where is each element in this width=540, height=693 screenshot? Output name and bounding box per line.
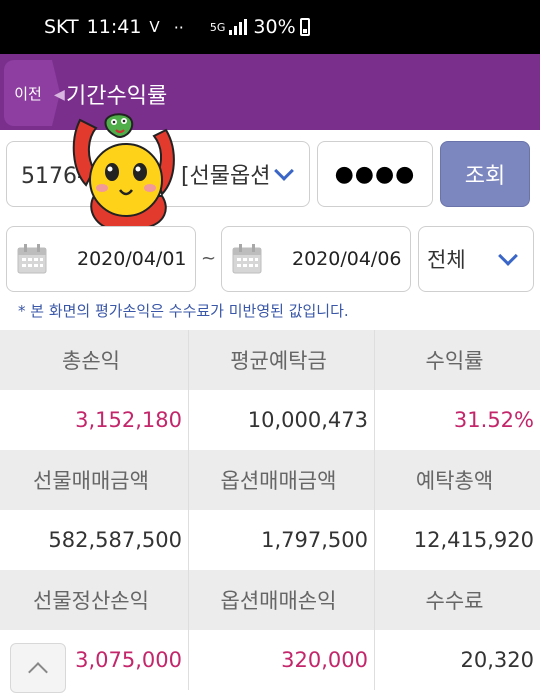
header-row: 선물매매금액 옵션매매금액 예탁총액 bbox=[0, 450, 540, 510]
password-mask: ●●●● bbox=[334, 161, 416, 187]
header-row: 선물정산손익 옵션매매손익 수수료 bbox=[0, 570, 540, 630]
status-bar: SKT 11:41 V ·· 5G 30% bbox=[0, 0, 540, 54]
label-total-pnl: 총손익 bbox=[0, 330, 189, 390]
calendar-icon bbox=[232, 244, 262, 274]
type-selected: 전체 bbox=[427, 248, 466, 272]
back-button-label: 이전 bbox=[14, 84, 42, 103]
start-date-picker[interactable]: 2020/04/01 bbox=[6, 226, 196, 292]
header-row: 총손익 평균예탁금 수익률 bbox=[0, 330, 540, 390]
value-row: 3,075,000 320,000 20,320 bbox=[0, 630, 540, 690]
network-type: 5G bbox=[209, 20, 226, 34]
chevron-up-icon bbox=[28, 662, 48, 682]
end-date: 2020/04/06 bbox=[292, 248, 402, 270]
chevron-down-icon bbox=[498, 246, 518, 266]
scroll-top-button[interactable] bbox=[10, 643, 66, 693]
type-select[interactable]: 전체 bbox=[418, 226, 534, 292]
value-return-rate: 31.52% bbox=[453, 408, 534, 432]
label-total-deposit: 예탁총액 bbox=[415, 469, 494, 493]
label-options-trade-pnl: 옵션매매손익 bbox=[189, 570, 375, 630]
label-avg-deposit: 평균예탁금 bbox=[189, 330, 375, 390]
value-options-trade-pnl: 320,000 bbox=[189, 630, 375, 690]
end-date-picker[interactable]: 2020/04/06 bbox=[221, 226, 411, 292]
value-options-trade-amount: 1,797,500 bbox=[189, 510, 375, 570]
page-title: 기간수익률 bbox=[66, 84, 168, 109]
search-button-label: 조회 bbox=[464, 164, 506, 189]
label-return-rate: 수익률 bbox=[425, 349, 484, 373]
start-date: 2020/04/01 bbox=[77, 248, 187, 270]
mascot-sticker[interactable] bbox=[66, 110, 186, 232]
value-avg-deposit: 10,000,473 bbox=[189, 390, 375, 450]
value-commission: 20,320 bbox=[460, 648, 534, 672]
clock: 11:41 bbox=[86, 16, 142, 38]
value-total-deposit: 12,415,920 bbox=[413, 528, 534, 552]
back-arrow-icon: ◀ bbox=[54, 87, 65, 103]
calendar-icon bbox=[17, 244, 47, 274]
volte-icon: V bbox=[149, 18, 160, 36]
value-row: 582,587,500 1,797,500 12,415,920 bbox=[0, 510, 540, 570]
search-button[interactable]: 조회 bbox=[440, 141, 530, 207]
value-row: 3,152,180 10,000,473 31.52% bbox=[0, 390, 540, 450]
signal-icon bbox=[229, 19, 248, 35]
notice-text: * 본 화면의 평가손익은 수수료가 미반영된 값입니다. bbox=[18, 302, 349, 320]
label-futures-settlement-pnl: 선물정산손익 bbox=[0, 570, 189, 630]
summary-grid: 총손익 평균예탁금 수익률 3,152,180 10,000,473 31.52… bbox=[0, 330, 540, 690]
password-field[interactable]: ●●●● bbox=[317, 141, 433, 207]
chevron-down-icon bbox=[274, 161, 294, 181]
date-separator: ~ bbox=[201, 248, 217, 269]
back-button[interactable]: 이전 bbox=[4, 60, 60, 126]
more-notifications-icon: ·· bbox=[173, 17, 184, 37]
label-futures-trade-amount: 선물매매금액 bbox=[0, 450, 189, 510]
value-futures-trade-amount: 582,587,500 bbox=[0, 510, 189, 570]
value-total-pnl: 3,152,180 bbox=[0, 390, 189, 450]
label-commission: 수수료 bbox=[425, 589, 484, 613]
battery-percent: 30% bbox=[253, 16, 296, 38]
account-type: [선물옵션] bbox=[180, 164, 271, 189]
battery-icon bbox=[299, 18, 310, 36]
carrier: SKT bbox=[44, 16, 79, 38]
label-options-trade-amount: 옵션매매금액 bbox=[189, 450, 375, 510]
